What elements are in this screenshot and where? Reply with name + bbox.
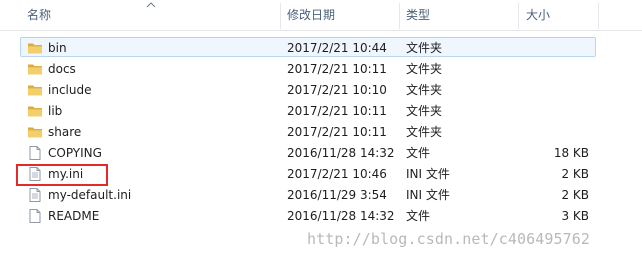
file-date: 2016/11/28 14:32: [287, 209, 395, 223]
file-name: bin: [48, 41, 67, 55]
column-divider[interactable]: [280, 3, 281, 29]
column-header-name[interactable]: 名称: [27, 0, 51, 30]
folder-icon: [27, 61, 43, 77]
file-name: my-default.ini: [48, 188, 132, 202]
file-name: share: [48, 125, 82, 139]
file-type: 文件: [406, 209, 431, 223]
folder-icon: [27, 103, 43, 119]
file-size: 18 KB: [553, 146, 589, 160]
column-header-type[interactable]: 类型: [406, 0, 430, 30]
file-size: 3 KB: [561, 209, 589, 223]
file-name: include: [48, 83, 92, 97]
folder-icon: [27, 82, 43, 98]
file-type: 文件: [406, 146, 431, 160]
file-row[interactable]: include 2017/2/21 10:10 文件夹: [20, 79, 596, 99]
file-type: INI 文件: [406, 188, 450, 202]
watermark-text: http://blog.csdn.net/c406495762: [307, 230, 591, 248]
file-type: 文件夹: [406, 104, 443, 118]
file-row[interactable]: bin 2017/2/21 10:44 文件夹: [20, 37, 596, 57]
file-date: 2017/2/21 10:46: [287, 167, 387, 181]
highlight-annotation-box: [16, 164, 108, 186]
file-type: 文件夹: [406, 83, 443, 97]
file-icon: [27, 208, 43, 224]
file-row[interactable]: lib 2017/2/21 10:11 文件夹: [20, 100, 596, 120]
file-date: 2017/2/21 10:44: [287, 41, 387, 55]
file-row[interactable]: README 2016/11/28 14:32 文件 3 KB: [20, 205, 596, 225]
column-header-bar: 名称 修改日期 类型 大小: [0, 0, 642, 31]
file-name: lib: [48, 104, 63, 118]
folder-icon: [27, 124, 43, 140]
file-date: 2017/2/21 10:10: [287, 83, 387, 97]
file-date: 2017/2/21 10:11: [287, 125, 387, 139]
file-date: 2017/2/21 10:11: [287, 104, 387, 118]
file-row[interactable]: my-default.ini 2016/11/29 3:54 INI 文件 2 …: [20, 184, 596, 204]
column-divider[interactable]: [518, 3, 519, 29]
file-name: COPYING: [48, 146, 102, 160]
file-name: README: [48, 209, 100, 223]
file-date: 2016/11/29 3:54: [287, 188, 387, 202]
file-type: 文件夹: [406, 62, 443, 76]
file-size: 2 KB: [561, 188, 589, 202]
column-header-size[interactable]: 大小: [526, 0, 550, 30]
file-size: 2 KB: [561, 167, 589, 181]
folder-icon: [27, 40, 43, 56]
file-icon: [27, 145, 43, 161]
file-name: docs: [48, 62, 76, 76]
column-header-date[interactable]: 修改日期: [287, 0, 335, 30]
column-divider[interactable]: [598, 3, 599, 29]
file-type: INI 文件: [406, 167, 450, 181]
file-row[interactable]: COPYING 2016/11/28 14:32 文件 18 KB: [20, 142, 596, 162]
column-divider[interactable]: [399, 3, 400, 29]
sort-ascending-icon: [146, 2, 156, 8]
file-row[interactable]: docs 2017/2/21 10:11 文件夹: [20, 58, 596, 78]
file-row[interactable]: share 2017/2/21 10:11 文件夹: [20, 121, 596, 141]
file-type: 文件夹: [406, 41, 443, 55]
ini-file-icon: [27, 187, 43, 203]
file-date: 2016/11/28 14:32: [287, 146, 395, 160]
file-date: 2017/2/21 10:11: [287, 62, 387, 76]
file-type: 文件夹: [406, 125, 443, 139]
